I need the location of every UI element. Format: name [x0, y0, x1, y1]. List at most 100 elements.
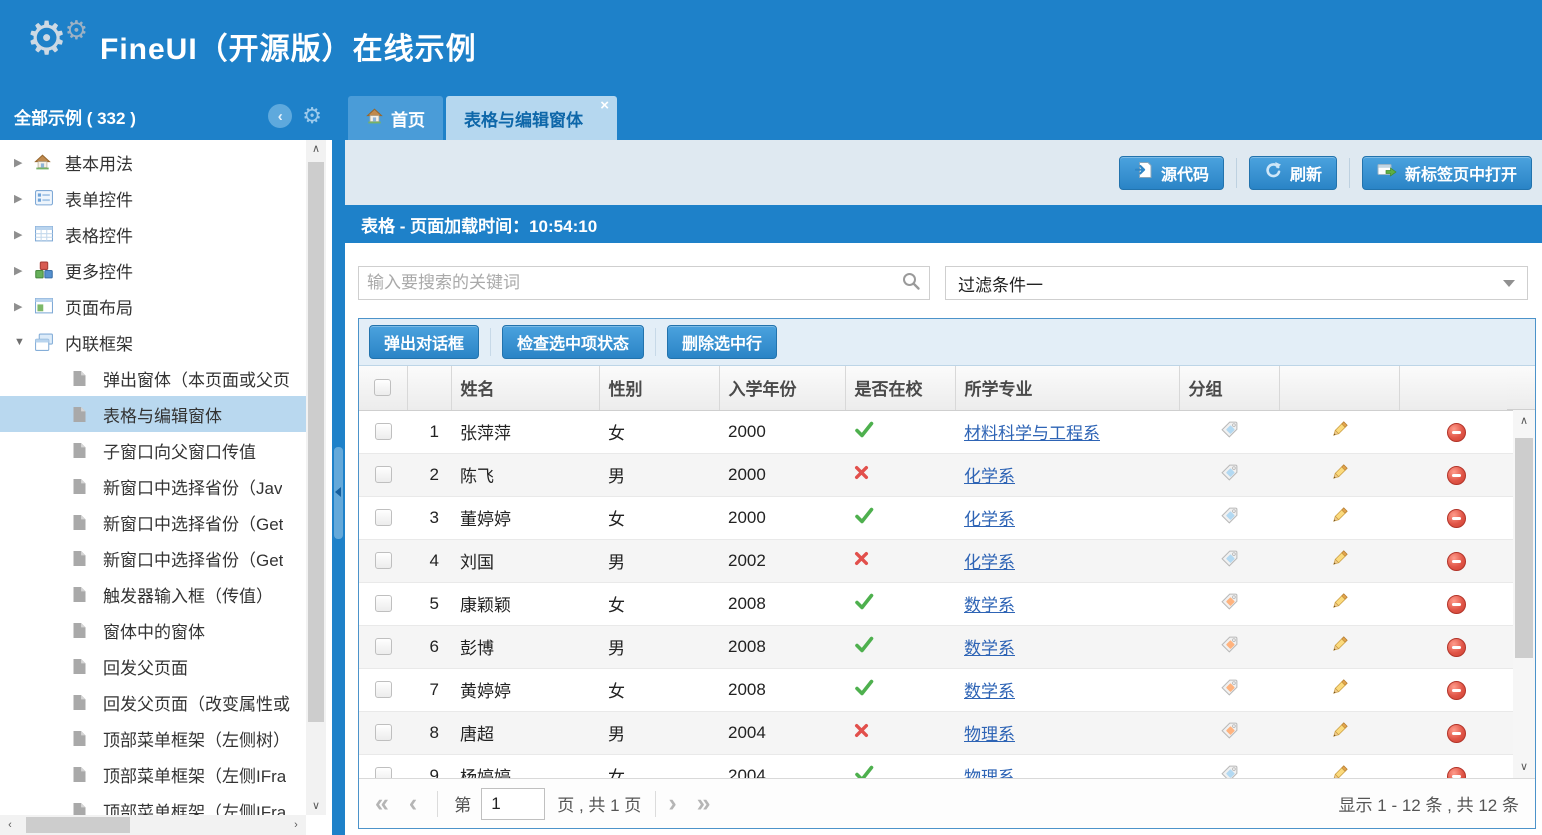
sidebar-item[interactable]: 顶部菜单框架（左侧IFra [0, 792, 306, 815]
scroll-up-icon[interactable]: ∧ [1513, 412, 1535, 430]
scrollbar-thumb[interactable] [308, 162, 324, 722]
delete-icon[interactable] [1447, 466, 1466, 485]
sidebar-horizontal-scrollbar[interactable]: ‹ › [0, 815, 306, 835]
chevron-right-icon[interactable]: ▶ [14, 156, 34, 169]
sidebar-item[interactable]: 触发器输入框（传值） [0, 576, 306, 612]
sidebar-item-selected[interactable]: 表格与编辑窗体 [0, 396, 306, 432]
sidebar-item[interactable]: 弹出窗体（本页面或父页 [0, 360, 306, 396]
last-page-icon[interactable]: » [697, 791, 711, 816]
row-checkbox[interactable] [375, 767, 392, 778]
table-row[interactable]: 4刘国男2002化学系 [359, 539, 1513, 582]
sidebar-item[interactable]: 窗体中的窗体 [0, 612, 306, 648]
search-icon[interactable] [901, 271, 921, 296]
delete-icon[interactable] [1447, 767, 1466, 779]
sidebar-vertical-scrollbar[interactable]: ∧ ∨ [306, 140, 326, 815]
row-checkbox[interactable] [375, 423, 392, 440]
prev-page-icon[interactable]: ‹ [409, 791, 417, 816]
row-checkbox[interactable] [375, 466, 392, 483]
sidebar-item[interactable]: ▶表单控件 [0, 180, 306, 216]
table-row[interactable]: 2陈飞男2000化学系 [359, 453, 1513, 496]
table-row[interactable]: 3董婷婷女2000化学系 [359, 496, 1513, 539]
table-row[interactable]: 8唐超男2004物理系 [359, 711, 1513, 754]
sidebar-item[interactable]: ▶页面布局 [0, 288, 306, 324]
scroll-left-icon[interactable]: ‹ [0, 815, 20, 835]
gear-icon[interactable]: ⚙ [302, 105, 322, 127]
open-new-tab-button[interactable]: 新标签页中打开 [1362, 156, 1532, 190]
major-link[interactable]: 材料科学与工程系 [964, 424, 1100, 443]
edit-pencil-icon[interactable] [1330, 424, 1349, 443]
edit-pencil-icon[interactable] [1330, 639, 1349, 658]
row-checkbox[interactable] [375, 509, 392, 526]
close-icon[interactable]: × [600, 97, 609, 114]
sidebar-item[interactable]: 顶部菜单框架（左侧IFra [0, 756, 306, 792]
edit-pencil-icon[interactable] [1330, 596, 1349, 615]
edit-pencil-icon[interactable] [1330, 768, 1349, 779]
scroll-right-icon[interactable]: › [286, 815, 306, 835]
sidebar-item[interactable]: 新窗口中选择省份（Get [0, 540, 306, 576]
search-input[interactable] [367, 273, 901, 293]
tab-grid-edit-window[interactable]: 表格与编辑窗体 × [446, 96, 617, 140]
delete-icon[interactable] [1447, 509, 1466, 528]
scrollbar-thumb[interactable] [1515, 438, 1533, 658]
delete-icon[interactable] [1447, 724, 1466, 743]
chevron-right-icon[interactable]: ▶ [14, 300, 34, 313]
next-page-icon[interactable]: › [668, 791, 676, 816]
major-link[interactable]: 化学系 [964, 553, 1015, 572]
sidebar-item[interactable]: ▼内联框架 [0, 324, 306, 360]
major-link[interactable]: 物理系 [964, 725, 1015, 744]
edit-pencil-icon[interactable] [1330, 725, 1349, 744]
refresh-button[interactable]: 刷新 [1249, 156, 1337, 190]
check-selected-button[interactable]: 检查选中项状态 [502, 325, 644, 359]
chevron-right-icon[interactable]: ▶ [14, 192, 34, 205]
edit-pencil-icon[interactable] [1330, 510, 1349, 529]
table-row[interactable]: 9杨婷婷女2004物理系 [359, 754, 1513, 778]
sidebar-item[interactable]: 子窗口向父窗口传值 [0, 432, 306, 468]
sidebar-item[interactable]: ▶基本用法 [0, 144, 306, 180]
chevron-right-icon[interactable]: ▶ [14, 228, 34, 241]
splitter[interactable] [332, 92, 345, 835]
grid-vertical-scrollbar[interactable]: ∧ ∨ [1513, 410, 1535, 778]
table-row[interactable]: 7黄婷婷女2008数学系 [359, 668, 1513, 711]
major-link[interactable]: 化学系 [964, 467, 1015, 486]
scroll-down-icon[interactable]: ∨ [306, 797, 326, 815]
filter-dropdown[interactable]: 过滤条件一 [945, 266, 1528, 300]
scrollbar-thumb[interactable] [26, 817, 130, 833]
tab-home[interactable]: 首页 [348, 96, 443, 140]
delete-icon[interactable] [1447, 552, 1466, 571]
row-checkbox[interactable] [375, 724, 392, 741]
delete-icon[interactable] [1447, 638, 1466, 657]
major-link[interactable]: 数学系 [964, 639, 1015, 658]
first-page-icon[interactable]: « [375, 791, 389, 816]
sidebar-item[interactable]: 回发父页面 [0, 648, 306, 684]
open-dialog-button[interactable]: 弹出对话框 [369, 325, 479, 359]
table-row[interactable]: 6彭博男2008数学系 [359, 625, 1513, 668]
table-row[interactable]: 5康颖颖女2008数学系 [359, 582, 1513, 625]
delete-icon[interactable] [1447, 681, 1466, 700]
splitter-collapse-handle[interactable] [334, 447, 343, 539]
edit-pencil-icon[interactable] [1330, 682, 1349, 701]
major-link[interactable]: 数学系 [964, 596, 1015, 615]
edit-pencil-icon[interactable] [1330, 467, 1349, 486]
select-all-checkbox[interactable] [374, 379, 391, 396]
row-checkbox[interactable] [375, 681, 392, 698]
delete-selected-button[interactable]: 删除选中行 [667, 325, 777, 359]
chevron-right-icon[interactable]: ▶ [14, 264, 34, 277]
major-link[interactable]: 化学系 [964, 510, 1015, 529]
chevron-down-icon[interactable]: ▼ [14, 336, 34, 348]
sidebar-item[interactable]: ▶表格控件 [0, 216, 306, 252]
page-number-input[interactable] [481, 788, 545, 820]
edit-pencil-icon[interactable] [1330, 553, 1349, 572]
row-checkbox[interactable] [375, 595, 392, 612]
sidebar-item[interactable]: ▶更多控件 [0, 252, 306, 288]
sidebar-item[interactable]: 顶部菜单框架（左侧树） [0, 720, 306, 756]
row-checkbox[interactable] [375, 552, 392, 569]
table-row[interactable]: 1张萍萍女2000材料科学与工程系 [359, 410, 1513, 453]
sidebar-item[interactable]: 新窗口中选择省份（Get [0, 504, 306, 540]
scroll-down-icon[interactable]: ∨ [1513, 758, 1535, 776]
source-code-button[interactable]: 源代码 [1119, 156, 1224, 190]
sidebar-collapse-icon[interactable]: ‹ [268, 104, 292, 128]
sidebar-item[interactable]: 回发父页面（改变属性或 [0, 684, 306, 720]
delete-icon[interactable] [1447, 595, 1466, 614]
sidebar-item[interactable]: 新窗口中选择省份（Jav [0, 468, 306, 504]
major-link[interactable]: 物理系 [964, 768, 1015, 778]
